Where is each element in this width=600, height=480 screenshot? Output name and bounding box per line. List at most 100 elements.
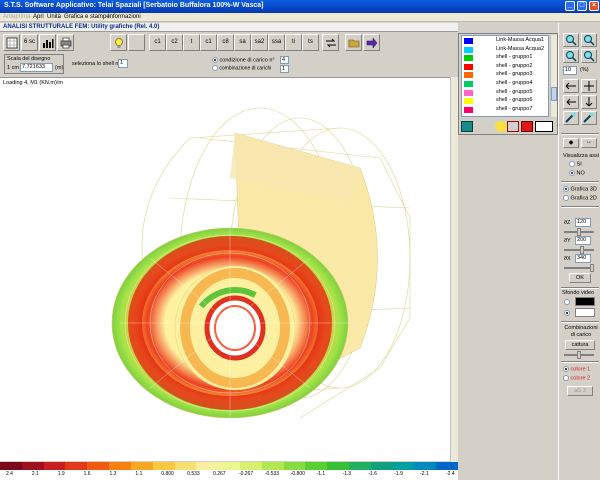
angle-z-knob[interactable] [577,228,581,236]
axes-si-option[interactable]: SI [569,161,582,167]
bg-black-option[interactable] [564,299,570,305]
angle-z-input[interactable]: 120 [575,218,591,227]
menu-informazioni[interactable]: Informazioni [108,14,141,20]
pan-updown-button[interactable] [581,79,597,93]
angle-x-slider[interactable] [564,264,594,272]
color1-option[interactable]: colore 1 [563,366,590,372]
center-button[interactable]: ◆ [563,138,579,148]
load-case-radio[interactable] [212,57,218,63]
groups-list[interactable]: Link-Massa Acqua1 Link-Massa Acqua2 shell … [461,35,549,117]
toolbar-btn-c8[interactable]: c8 [217,34,234,51]
angle-x-knob[interactable] [590,264,594,272]
rotate-down-button[interactable] [581,95,597,109]
load-case-option[interactable]: condizione di carico n° [212,57,275,63]
add-button[interactable]: aG 3 [567,386,593,396]
bg-white-swatch[interactable] [575,308,595,317]
zoom-window-button[interactable] [563,49,579,63]
angle-x-input[interactable]: 340 [575,254,591,263]
menu-unita[interactable]: Unità [47,14,61,20]
scroll-thumb[interactable] [551,87,557,101]
bg-black-radio[interactable] [564,299,570,305]
zoom-all-button[interactable] [581,49,597,63]
bg-white-option[interactable] [564,310,570,316]
rotate-left-button[interactable] [563,95,579,109]
capture-slider[interactable] [564,351,594,359]
measure-button[interactable] [581,111,597,125]
lightbulb-button[interactable] [110,34,127,51]
fit-button[interactable]: ↔ [581,138,597,148]
group-list-item[interactable]: shell - gruppo6 [464,97,548,105]
toolbar-btn-sa[interactable]: sa [234,34,251,51]
toolbar-btn-empty[interactable] [128,34,145,51]
color2-option[interactable]: colore 2 [563,375,590,381]
load-comb-option[interactable]: combinazione di carichi [212,65,271,71]
bg-white-radio[interactable] [564,310,570,316]
zoom-fit-button[interactable] [3,34,20,51]
angle-y-input[interactable]: 200 [575,236,591,245]
toolbar-btn-sa2[interactable]: sa2 [251,34,268,51]
menu-apri[interactable]: Apri [33,14,44,20]
canvas-scrollbar[interactable] [450,77,458,462]
color-scale-cell [43,462,66,470]
next-arrow-button[interactable] [363,34,380,51]
toolbar-btn-ts[interactable]: ts [302,34,319,51]
zoom-out-button[interactable] [581,33,597,47]
angle-y-slider[interactable] [564,246,594,254]
toolbar-btn-c1b[interactable]: c1 [200,34,217,51]
group-list-item[interactable]: shell - gruppo2 [464,63,548,71]
bg-black-swatch[interactable] [575,297,595,306]
scale-input[interactable]: 7.721633 [20,63,53,72]
group-list-item[interactable]: shell - gruppo4 [464,80,548,88]
group-list-item[interactable]: Link-Massa Acqua1 [464,37,548,45]
maximize-button[interactable]: □ [577,1,587,11]
axes-no-option[interactable]: NO [569,170,585,176]
ok-button[interactable]: OK [569,273,591,283]
angle-y-knob[interactable] [580,246,584,254]
select-button[interactable] [563,111,579,125]
axes-no-radio[interactable] [569,170,575,176]
load-case-input[interactable]: 4 [280,56,289,64]
load-comb-radio[interactable] [212,65,218,71]
group-list-item[interactable]: shell - gruppo5 [464,89,548,97]
graphic3d-radio[interactable] [563,186,569,192]
close-button[interactable]: × [589,1,599,11]
group-list-item[interactable]: shell - gruppo3 [464,71,548,79]
angle-z-slider[interactable] [564,228,594,236]
group-list-item[interactable]: Link-Massa Acqua2 [464,46,548,54]
capture-knob[interactable] [577,351,581,359]
group-list-item[interactable]: shell - gruppo1 [464,54,548,62]
menu-grafica[interactable]: Grafica e stampe [64,14,110,20]
toolbar-btn-c2[interactable]: c2 [166,34,183,51]
shell-input[interactable]: 1 [118,59,128,68]
zoom-in-button[interactable] [563,33,579,47]
minimize-button[interactable]: _ [565,1,575,11]
white-swatch[interactable] [535,121,553,132]
chart-button[interactable] [39,34,56,51]
toolbar-btn-ti[interactable]: ti [285,34,302,51]
drawing-canvas[interactable]: Loading 4, M1 (KN.m)/m [0,77,458,461]
graphic3d-option[interactable]: Grafica 3D [563,186,597,192]
color1-radio[interactable] [563,366,569,372]
capture-button[interactable]: cattura [565,340,595,350]
open-folder-button[interactable] [345,34,362,51]
bulb-icon[interactable] [495,121,507,132]
graphic2d-radio[interactable] [563,195,569,201]
pan-left-button[interactable] [563,79,579,93]
color2-radio[interactable] [563,375,569,381]
axes-si-radio[interactable] [569,161,575,167]
toolbar-btn-6sc[interactable]: 6 sc [21,34,38,51]
graphic2d-option[interactable]: Grafica 2D [563,195,597,201]
target-icon[interactable] [507,121,519,132]
load-comb-input[interactable]: 1 [280,65,289,73]
toolbar-btn-ssa[interactable]: ssa [268,34,285,51]
glasses-icon[interactable] [461,121,473,132]
red-swatch[interactable] [521,121,533,132]
print-button[interactable] [57,34,74,51]
group-list-item[interactable]: shell - gruppo7 [464,106,548,114]
move-button[interactable] [322,34,339,51]
zoom-percent-input[interactable]: 10 [563,66,577,75]
menu-anteprima[interactable]: Anteprima [3,14,30,20]
toolbar-btn-c1[interactable]: c1 [149,34,166,51]
toolbar-btn-t[interactable]: t [183,34,200,51]
groups-scrollbar[interactable] [550,35,557,117]
